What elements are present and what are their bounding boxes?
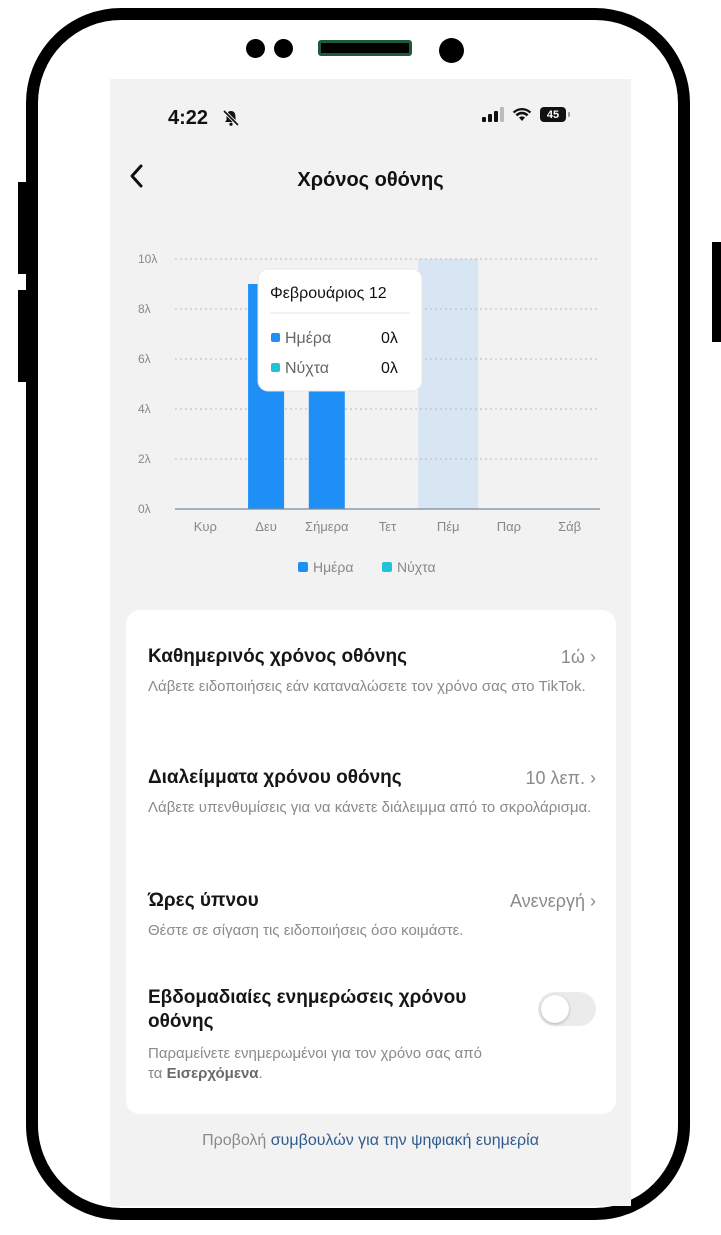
status-time: 4:22 [168,107,209,129]
tooltip-swatch [271,333,280,342]
chevron-right-icon: › [590,768,596,788]
tooltip-swatch [271,363,280,372]
weekly-desc-suffix: . [258,1065,263,1082]
x-tick-label: Δευ [255,519,277,534]
tooltip-row-label: Νύχτα [285,360,329,377]
breaks-value-text: 10 λεπ. [525,768,585,788]
y-tick-label: 6λ [138,352,151,366]
x-tick-label: Παρ [497,519,521,534]
x-tick-label: Σάβ [558,519,581,534]
bell-slash-icon [222,109,240,132]
y-tick-label: 2λ [138,452,151,466]
weekly-updates-row: Εβδομαδιαίες ενημερώσεις χρόνου οθόνης Π… [148,986,596,1084]
sleep-hours-desc: Θέστε σε σίγαση τις ειδοποιήσεις όσο κοι… [148,922,464,939]
tooltip-row-value: 0λ [381,360,398,377]
x-tick-label: Σήμερα [305,519,349,534]
toggle-knob [541,995,569,1023]
chevron-right-icon: › [590,891,596,911]
digital-wellbeing-link[interactable]: συμβουλών για την ψηφιακή ευημερία [271,1132,539,1149]
screen-time-breaks-value: 10 λεπ. › [526,766,596,790]
inbox-label: Εισερχόμενα [166,1065,259,1082]
footer-prefix: Προβολή [202,1132,271,1149]
daily-screen-time-row[interactable]: Καθημερινός χρόνος οθόνης 1ώ › Λάβετε ει… [148,645,596,697]
camera-dot [246,39,265,58]
power-button [712,242,721,342]
sleep-hours-value: Ανενεργή › [510,889,596,913]
legend-label-day: Ημέρα [313,559,353,575]
daily-value-text: 1ώ [560,647,585,667]
daily-screen-time-title: Καθημερινός χρόνος οθόνης [148,646,408,667]
settings-card: Καθημερινός χρόνος οθόνης 1ώ › Λάβετε ει… [126,610,616,1114]
page-title: Χρόνος οθόνης [297,169,444,191]
y-tick-label: 10λ [138,252,157,266]
sleep-value-text: Ανενεργή [510,891,585,911]
y-tick-label: 0λ [138,502,151,516]
status-indicators: 45 [482,107,570,122]
speaker-grille [318,40,412,56]
chevron-right-icon: › [590,647,596,667]
weekly-updates-toggle[interactable] [538,992,596,1026]
sensor-dot [274,39,293,58]
volume-up-button [18,182,28,274]
daily-screen-time-value: 1ώ › [561,645,596,669]
x-tick-label: Τετ [379,519,397,534]
sleep-hours-row[interactable]: Ώρες ύπνου Ανενεργή › Θέστε σε σίγαση τι… [148,889,596,941]
daily-screen-time-desc: Λάβετε ειδοποιήσεις εάν καταναλώσετε τον… [148,678,586,695]
x-tick-label: Κυρ [194,519,217,534]
tooltip-row-label: Ημέρα [285,330,331,347]
app-screen: 4:22 45 Χρόνος οθόνης 0λ 2λ 4λ 6λ 8λ 10λ Κυρ Δε… [110,79,631,1206]
y-tick-label: 4λ [138,402,151,416]
screen-time-breaks-desc: Λάβετε υπενθυμίσεις για να κάνετε διάλει… [148,799,592,816]
screen-time-breaks-row[interactable]: Διαλείμματα χρόνου οθόνης 10 λεπ. › Λάβε… [148,766,596,818]
battery-icon: 45 [540,107,570,122]
y-tick-label: 8λ [138,302,151,316]
legend-label-night: Νύχτα [397,559,436,575]
weekly-updates-title: Εβδομαδιαίες ενημερώσεις χρόνου οθόνης [148,987,467,1032]
highlight-column [418,259,479,509]
signal-icon [482,107,504,122]
tooltip-title: Φεβρουάριος 12 [270,285,387,302]
tooltip-row-value: 0λ [381,330,398,347]
front-camera [439,38,464,63]
volume-down-button [18,290,28,382]
legend-swatch-night [382,562,392,572]
footer-text: Προβολή συμβουλών για την ψηφιακή ευημερ… [110,1132,631,1150]
screen-time-chart[interactable]: 0λ 2λ 4λ 6λ 8λ 10λ Κυρ Δευ Σήμερα Τετ Πέμ Παρ Σάβ Ημέ… [110,239,631,599]
weekly-updates-desc: Παραμείνετε ενημερωμένοι για τον χρόνο σ… [148,1044,498,1084]
legend-swatch-day [298,562,308,572]
x-tick-label: Πέμ [437,519,460,534]
wifi-icon [512,107,532,121]
